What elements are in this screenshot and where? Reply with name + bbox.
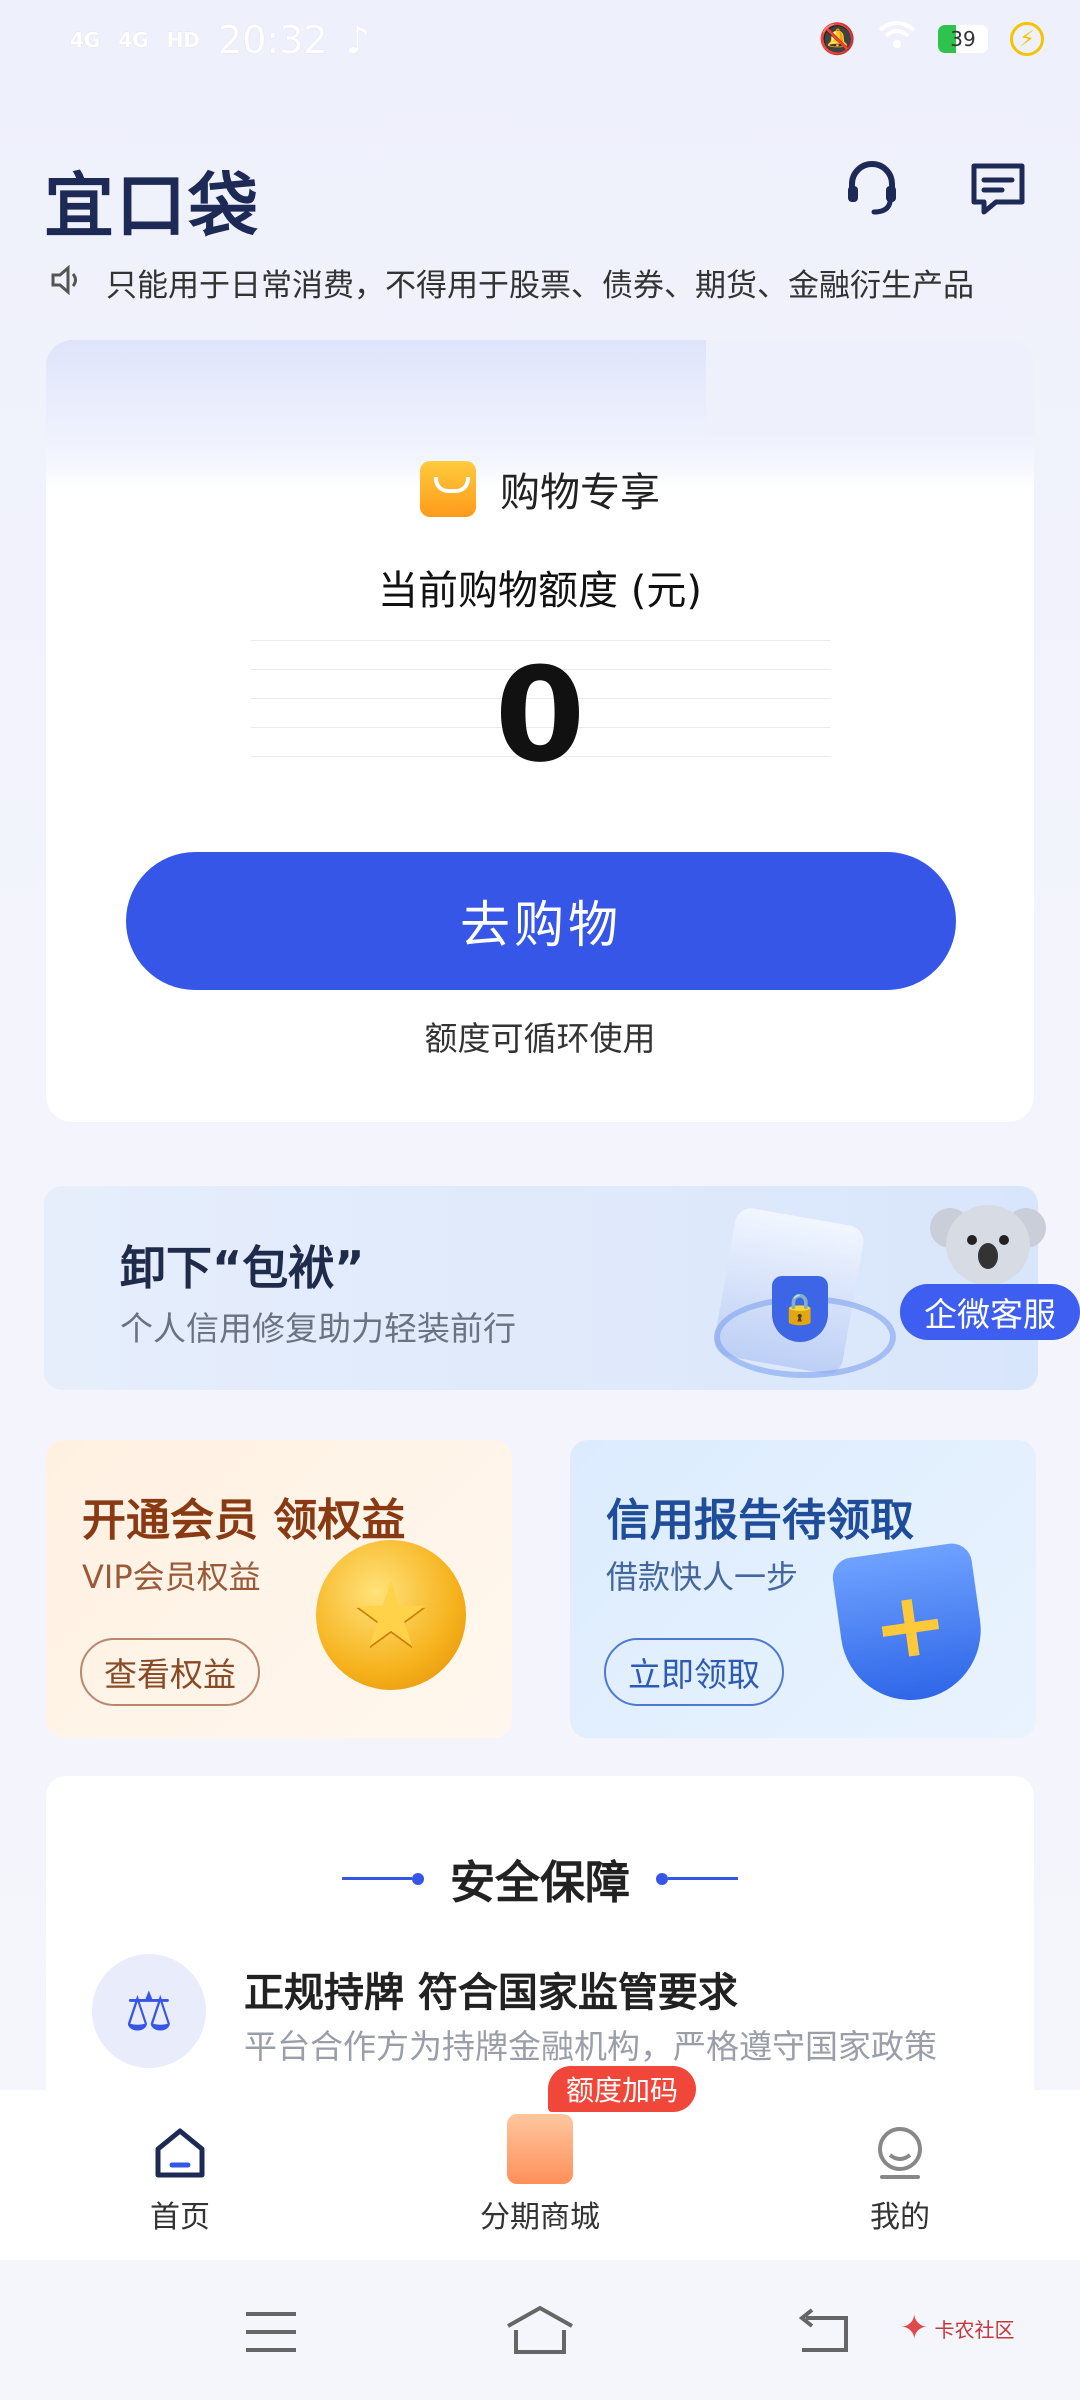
back-icon[interactable]: [796, 2308, 850, 2358]
bottom-nav: 首页 分期商城 我的: [0, 2090, 1080, 2260]
marquee-text: 只能用于日常消费，不得用于股票、债券、期货、金融衍生产品: [106, 267, 974, 303]
shopping-bag-icon: [507, 2114, 573, 2184]
home-icon: [149, 2122, 211, 2184]
nav-home[interactable]: 首页: [80, 2090, 280, 2260]
nav-mall-label: 分期商城: [480, 2200, 600, 2235]
security-item-desc: 平台合作方为持牌金融机构，严格遵守国家政策: [244, 2027, 937, 2066]
customer-service-icon[interactable]: [842, 158, 902, 218]
mute-icon: 🔕: [818, 21, 856, 57]
credit-repair-banner[interactable]: 卸下“包袱” 个人信用修复助力轻装前行 🔒: [44, 1186, 1038, 1390]
star-coin-icon: [316, 1540, 466, 1690]
clock: 20:32: [218, 18, 328, 62]
status-left: 4G 4G HD 20:32 ♪: [70, 18, 370, 62]
vip-subtitle: VIP会员权益: [82, 1558, 261, 1596]
lock-shield-icon: 🔒: [772, 1276, 828, 1342]
claim-now-button[interactable]: 立即领取: [604, 1638, 784, 1706]
battery-icon: 39: [938, 25, 988, 53]
security-section: 安全保障 ⚖ 正规持牌 符合国家监管要求 平台合作方为持牌金融机构，严格遵守国家…: [46, 1776, 1034, 2106]
nav-mall[interactable]: 分期商城: [440, 2090, 640, 2260]
charging-icon: ⚡: [1010, 22, 1044, 56]
watermark: ✦ 卡农社区: [900, 2308, 1015, 2348]
security-item-title: 正规持牌 符合国家监管要求: [244, 1970, 738, 2016]
title-decoration-left: [341, 1872, 424, 1885]
amount-label: 当前购物额度 (元): [378, 568, 702, 614]
status-bar: 4G 4G HD 20:32 ♪ 🔕 39 ⚡: [0, 0, 1080, 90]
nav-mine-label: 我的: [870, 2200, 930, 2235]
watermark-logo-icon: ✦: [900, 2308, 929, 2348]
message-icon[interactable]: [968, 158, 1028, 218]
banner-subtitle: 个人信用修复助力轻装前行: [120, 1309, 516, 1348]
nav-mine[interactable]: 我的: [800, 2090, 1000, 2260]
scale-icon: ⚖: [92, 1954, 206, 2068]
battery-level: 39: [950, 27, 976, 51]
system-nav-bar: ✦ 卡农社区: [0, 2260, 1080, 2400]
notice-marquee[interactable]: 只能用于日常消费，不得用于股票、债券、期货、金融衍生产品: [50, 262, 1040, 302]
vip-title: 开通会员 领权益: [82, 1495, 406, 1546]
card-tab-shape: [706, 340, 1034, 435]
app-logo: 宜口袋: [44, 165, 260, 247]
home-gesture-icon[interactable]: [504, 2304, 576, 2360]
profile-icon: [869, 2122, 931, 2184]
security-title: 安全保障: [46, 1846, 1034, 1911]
speaker-icon: [50, 264, 84, 299]
tiktok-icon: ♪: [345, 18, 370, 62]
watermark-text: 卡农社区: [934, 2317, 1015, 2342]
signal-1: 4G: [70, 28, 101, 52]
shopping-title-text: 购物专享: [500, 470, 660, 516]
amount-value: 0: [494, 639, 586, 791]
credit-title: 信用报告待领取: [606, 1495, 914, 1546]
nav-home-label: 首页: [150, 2200, 210, 2235]
cycle-note: 额度可循环使用: [424, 1019, 656, 1058]
view-benefits-button[interactable]: 查看权益: [80, 1638, 260, 1706]
banner-title: 卸下“包袱”: [120, 1241, 365, 1295]
credit-report-card[interactable]: 信用报告待领取 借款快人一步 立即领取: [570, 1440, 1036, 1738]
credit-subtitle: 借款快人一步: [606, 1558, 799, 1596]
shield-plus-icon: [830, 1540, 990, 1710]
vip-card[interactable]: 开通会员 领权益 VIP会员权益 查看权益: [46, 1440, 512, 1738]
security-title-text: 安全保障: [449, 1856, 630, 1909]
title-decoration-right: [656, 1872, 738, 1885]
signal-2: 4G: [118, 28, 149, 52]
go-shopping-button[interactable]: 去购物: [126, 852, 956, 990]
shopping-title: 购物专享: [46, 460, 1034, 518]
hd-indicator: HD: [166, 28, 201, 52]
shopping-card: 购物专享 当前购物额度 (元) 0 去购物 额度可循环使用: [46, 340, 1034, 1122]
shopping-bag-icon: [420, 461, 476, 517]
status-right: 🔕 39 ⚡: [819, 20, 1044, 58]
mall-promo-tag: 额度加码: [548, 2066, 697, 2112]
wecom-service-button[interactable]: 企微客服: [900, 1284, 1080, 1340]
menu-icon[interactable]: [244, 2310, 298, 2358]
wifi-icon: [878, 20, 916, 58]
